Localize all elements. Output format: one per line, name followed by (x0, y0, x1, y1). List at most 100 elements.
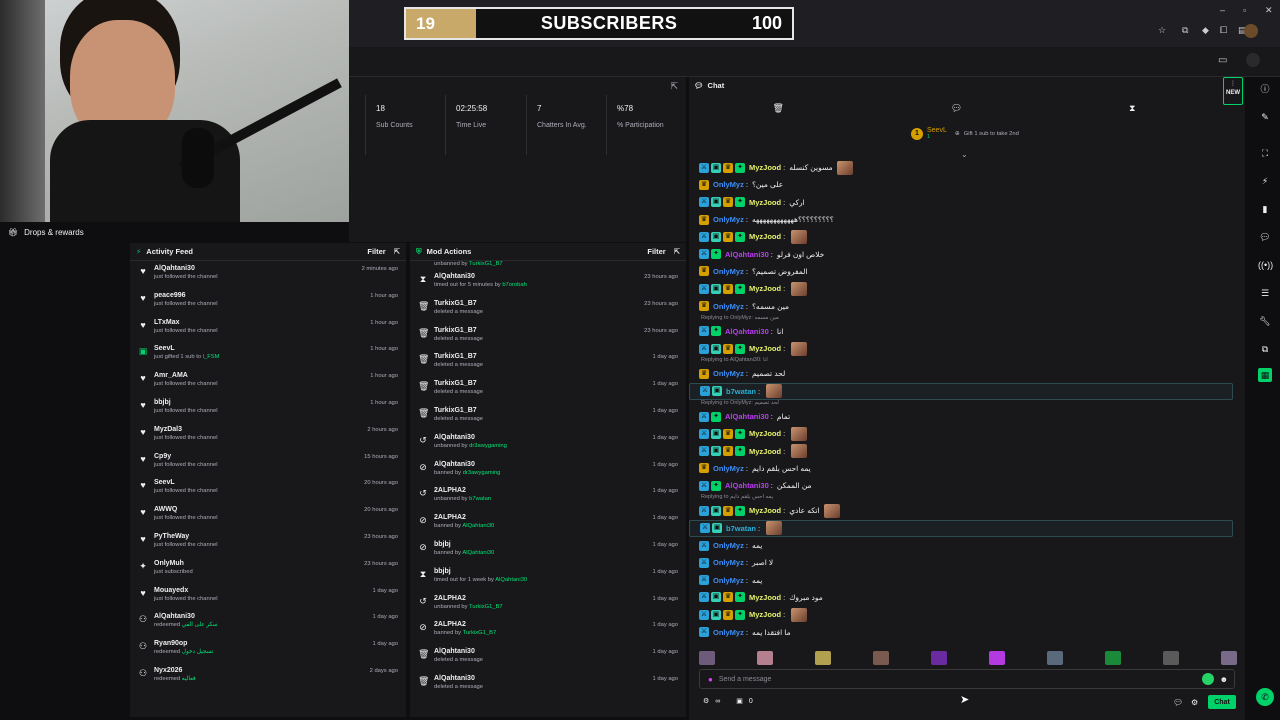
profile-avatar[interactable] (1246, 53, 1260, 67)
emote-image[interactable] (791, 426, 808, 441)
activity-row[interactable]: ♥ AlQahtani30 just followed the channel 2 m… (130, 261, 406, 288)
chat-fab-icon[interactable]: ✆ (1256, 688, 1274, 706)
emote-image[interactable] (766, 521, 783, 536)
mod-username[interactable]: TurkixG1_B7 (434, 376, 686, 387)
teal-badge-icon[interactable]: ▣ (711, 428, 721, 439)
activity-username[interactable]: Ryan90op (154, 636, 406, 647)
settings-icon[interactable]: ⚙︎ (703, 697, 709, 705)
chat-message[interactable]: ⚔ ▣ ♛ ✦ MyzJood: مود مبروك (689, 589, 1233, 606)
chat-username[interactable]: MyzJood (749, 447, 781, 456)
gift-cta[interactable]: Gift 1 sub to take 2nd (964, 131, 1019, 137)
emote-6[interactable] (989, 651, 1005, 665)
gold-badge-icon[interactable]: ♛ (699, 266, 709, 277)
detail-highlight[interactable]: TurkixG1_B7 (463, 630, 497, 636)
teal-badge-icon[interactable]: ▣ (712, 523, 722, 534)
blue-badge-icon[interactable]: ⚔ (699, 343, 709, 354)
chat-message[interactable]: ⚔ ▣ ♛ ✦ MyzJood: (689, 442, 1233, 459)
chat-username[interactable]: OnlyMyz (713, 541, 744, 550)
activity-username[interactable]: peace996 (154, 288, 406, 299)
chat-icon[interactable]: 💬︎ (1258, 230, 1272, 244)
emote-7[interactable] (1047, 651, 1063, 665)
minimize-icon[interactable]: – (1220, 5, 1225, 15)
lightning-icon[interactable]: ⚡︎ (1258, 174, 1272, 188)
activity-username[interactable]: LTxMax (154, 315, 406, 326)
drops-rewards[interactable]: 🎁︎ Drops & rewards (0, 222, 130, 242)
gold-badge-icon[interactable]: ♛ (723, 343, 733, 354)
hourglass-icon[interactable]: ⧗ (1129, 103, 1135, 114)
chat-username[interactable]: OnlyMyz (713, 215, 744, 224)
gold-badge-icon[interactable]: ♛ (699, 214, 709, 225)
activity-username[interactable]: Nyx2026 (154, 663, 406, 674)
detail-highlight[interactable]: تسجيل دخول (182, 649, 214, 655)
chat-username[interactable]: OnlyMyz (713, 464, 744, 473)
green-badge-icon[interactable]: ✦ (735, 592, 745, 603)
emote-1[interactable] (699, 651, 715, 665)
activity-row[interactable]: ♥ Amr_AMA just followed the channel 1 hour … (130, 368, 406, 395)
activity-username[interactable]: SeevL (154, 341, 406, 352)
chat-username[interactable]: OnlyMyz (713, 369, 744, 378)
blue-badge-icon[interactable]: ⚔ (700, 523, 710, 534)
activity-row[interactable]: ♥ MyzDal3 just followed the channel 2 hours… (130, 422, 406, 449)
mic-icon[interactable]: ● (708, 675, 713, 684)
mod-row[interactable]: 🗑︎ TurkixG1_B7 deleted a message 1 day ago (410, 403, 686, 430)
green-badge-icon[interactable]: ✦ (735, 162, 745, 173)
blue-badge-icon[interactable]: ⚔ (699, 249, 709, 260)
mod-username[interactable]: AlQahtani30 (434, 457, 686, 468)
chat-message[interactable]: ⚔ ✦ AlQahtani30: انا (689, 323, 1233, 340)
emote-9[interactable] (1163, 651, 1179, 665)
detail-highlight[interactable]: dr3awygaming (463, 470, 501, 476)
chat-message[interactable]: ⚔ ▣ ♛ ✦ MyzJood: اركي (689, 194, 1233, 211)
puzzle-icon[interactable]: ⧉ (1258, 342, 1272, 356)
green-badge-icon[interactable]: ✦ (711, 326, 721, 337)
chat-message[interactable]: ⚔ ▣ ♛ ✦ MyzJood: (689, 280, 1233, 297)
green-badge-icon[interactable]: ✦ (735, 446, 745, 457)
teal-badge-icon[interactable]: ▣ (711, 505, 721, 516)
activity-row[interactable]: ♥ PyTheWay just followed the channel 23 hou… (130, 529, 406, 556)
gold-badge-icon[interactable]: ♛ (699, 368, 709, 379)
detail-highlight[interactable]: فعاليه (182, 676, 196, 682)
chat-username[interactable]: MyzJood (749, 344, 781, 353)
chat-username[interactable]: MyzJood (749, 429, 781, 438)
detail-highlight[interactable]: l_FSM (203, 354, 220, 360)
chat-message[interactable]: ♛ OnlyMyz: مين مسمه؟ (689, 297, 1233, 314)
teal-badge-icon[interactable]: ▣ (711, 446, 721, 457)
chat-message[interactable]: ♛ OnlyMyz: لحد تصميم (689, 365, 1233, 382)
emote-8[interactable] (1105, 651, 1121, 665)
gold-badge-icon[interactable]: ♛ (723, 162, 733, 173)
chat-message[interactable]: ⚔ OnlyMyz: ما افتقدا يمه (689, 623, 1233, 640)
mod-username[interactable]: TurkixG1_B7 (434, 403, 686, 414)
popout-icon[interactable]: ⇱ (670, 81, 678, 92)
blue-badge-icon[interactable]: ⚔ (699, 283, 709, 294)
teal-badge-icon[interactable]: ▣ (711, 343, 721, 354)
emote-2[interactable] (757, 651, 773, 665)
monitor-icon[interactable]: ▭ (1218, 55, 1227, 66)
detail-highlight[interactable]: b7watan (469, 496, 491, 502)
activity-row[interactable]: ⚇ Ryan90op redeemed تسجيل دخول 1 day ago (130, 636, 406, 663)
blue-badge-icon[interactable]: ⚔ (699, 480, 709, 491)
emoji-icon[interactable]: ☻ (1220, 675, 1228, 684)
green-badge-icon[interactable]: ✦ (735, 609, 745, 620)
puzzle-icon[interactable]: ⧠ (1220, 25, 1227, 36)
chat-message[interactable]: ⚔ ▣ ♛ ✦ MyzJood: (689, 425, 1233, 442)
green-badge-icon[interactable]: ✦ (735, 428, 745, 439)
chat-message[interactable]: ⚔ OnlyMyz: لا اصبر (689, 554, 1233, 571)
chat-input-placeholder[interactable]: Send a message (719, 676, 1196, 683)
chat-username[interactable]: AlQahtani30 (725, 412, 769, 421)
chat-username[interactable]: MyzJood (749, 593, 781, 602)
blue-badge-icon[interactable]: ⚔ (699, 557, 709, 568)
chat-username[interactable]: OnlyMyz (713, 180, 744, 189)
chat-username[interactable]: AlQahtani30 (725, 327, 769, 336)
emote-image[interactable] (766, 384, 783, 399)
blue-badge-icon[interactable]: ⚔ (699, 609, 709, 620)
green-badge-icon[interactable]: ✦ (735, 343, 745, 354)
activity-row[interactable]: ♥ AWWQ just followed the channel 20 hours a… (130, 502, 406, 529)
detail-highlight[interactable]: AlQahtani30 (495, 577, 527, 583)
chat-message[interactable]: ♛ OnlyMyz: المفروض تصميم؟ (689, 263, 1233, 280)
chat-username[interactable]: AlQahtani30 (725, 481, 769, 490)
mod-username[interactable]: bbjbj (434, 537, 686, 548)
blue-badge-icon[interactable]: ⚔ (699, 446, 709, 457)
antenna-icon[interactable]: ((•)) (1258, 258, 1273, 272)
chat-message[interactable]: ⚔ OnlyMyz: يمه (689, 537, 1233, 554)
diamond-icon[interactable]: ◆ (1202, 25, 1209, 36)
chat-username[interactable]: MyzJood (749, 610, 781, 619)
